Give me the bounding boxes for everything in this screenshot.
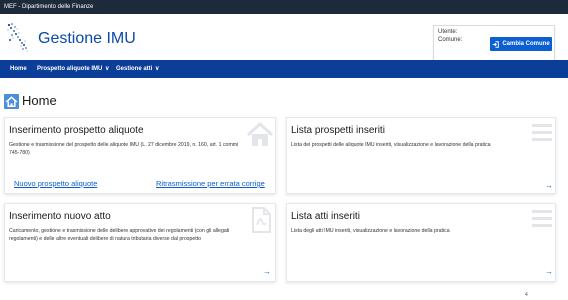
page-number: 4 bbox=[525, 292, 528, 298]
home-icon bbox=[246, 122, 274, 146]
comune-label: Comune: bbox=[438, 37, 463, 43]
arrow-right-icon[interactable]: → bbox=[263, 267, 271, 276]
card-description: Lista degli atti IMU inseriti, visualizz… bbox=[291, 228, 450, 234]
arrow-right-icon[interactable]: → bbox=[545, 181, 553, 190]
card-description: Lista dei prospetti delle aliquote IMU i… bbox=[291, 142, 491, 148]
main-navbar: Home Prospetto aliquote IMU ∨ Gestione a… bbox=[0, 60, 568, 78]
pdf-file-icon bbox=[252, 207, 271, 233]
card-title: Inserimento prospetto aliquote bbox=[9, 125, 144, 136]
cambia-comune-label: Cambia Comune bbox=[502, 41, 550, 47]
cambia-comune-button[interactable]: Cambia Comune bbox=[490, 37, 552, 51]
sign-in-icon bbox=[493, 40, 500, 48]
ministry-topbar: MEF - Dipartimento delle Finanze bbox=[0, 0, 568, 14]
app-title: Gestione IMU bbox=[38, 30, 136, 47]
nuovo-prospetto-link[interactable]: Nuovo prospetto aliquote bbox=[14, 179, 97, 188]
chevron-down-icon: ∨ bbox=[155, 66, 160, 72]
page-title: Home bbox=[22, 93, 57, 108]
card-description: Caricamento, gestione e trasmissione del… bbox=[9, 228, 230, 242]
card-inserimento-prospetto: Inserimento prospetto aliquote Gestione … bbox=[4, 117, 276, 194]
nav-item-home[interactable]: Home bbox=[10, 60, 27, 78]
app-header: Gestione IMU Utente: Comune: Cambia Comu… bbox=[0, 14, 568, 65]
card-description: Gestione e trasmissione del prospetto de… bbox=[9, 142, 239, 156]
user-info-box: Utente: Comune: Cambia Comune bbox=[433, 25, 555, 65]
card-title: Lista prospetti inseriti bbox=[291, 125, 385, 136]
card-lista-prospetti[interactable]: Lista prospetti inseriti Lista dei prosp… bbox=[286, 117, 556, 194]
home-icon bbox=[4, 94, 19, 109]
card-lista-atti[interactable]: Lista atti inseriti Lista degli atti IMU… bbox=[286, 203, 556, 282]
nav-item-label: Gestione atti bbox=[116, 66, 153, 72]
card-title: Inserimento nuovo atto bbox=[9, 211, 111, 222]
ritrasmissione-link[interactable]: Ritrasmissione per errata corrige bbox=[156, 179, 265, 188]
nav-item-prospetto-aliquote[interactable]: Prospetto aliquote IMU ∨ bbox=[37, 60, 109, 78]
card-inserimento-atto[interactable]: Inserimento nuovo atto Caricamento, gest… bbox=[4, 203, 276, 282]
ministry-label: MEF - Dipartimento delle Finanze bbox=[4, 4, 94, 10]
italy-map-logo-icon bbox=[7, 23, 28, 52]
nav-item-label: Prospetto aliquote IMU bbox=[37, 66, 103, 72]
user-label: Utente: bbox=[438, 29, 458, 35]
nav-item-label: Home bbox=[10, 66, 27, 72]
arrow-right-icon[interactable]: → bbox=[545, 267, 553, 276]
chevron-down-icon: ∨ bbox=[105, 66, 110, 72]
card-title: Lista atti inseriti bbox=[291, 211, 360, 222]
nav-item-gestione-atti[interactable]: Gestione atti ∨ bbox=[116, 60, 159, 78]
